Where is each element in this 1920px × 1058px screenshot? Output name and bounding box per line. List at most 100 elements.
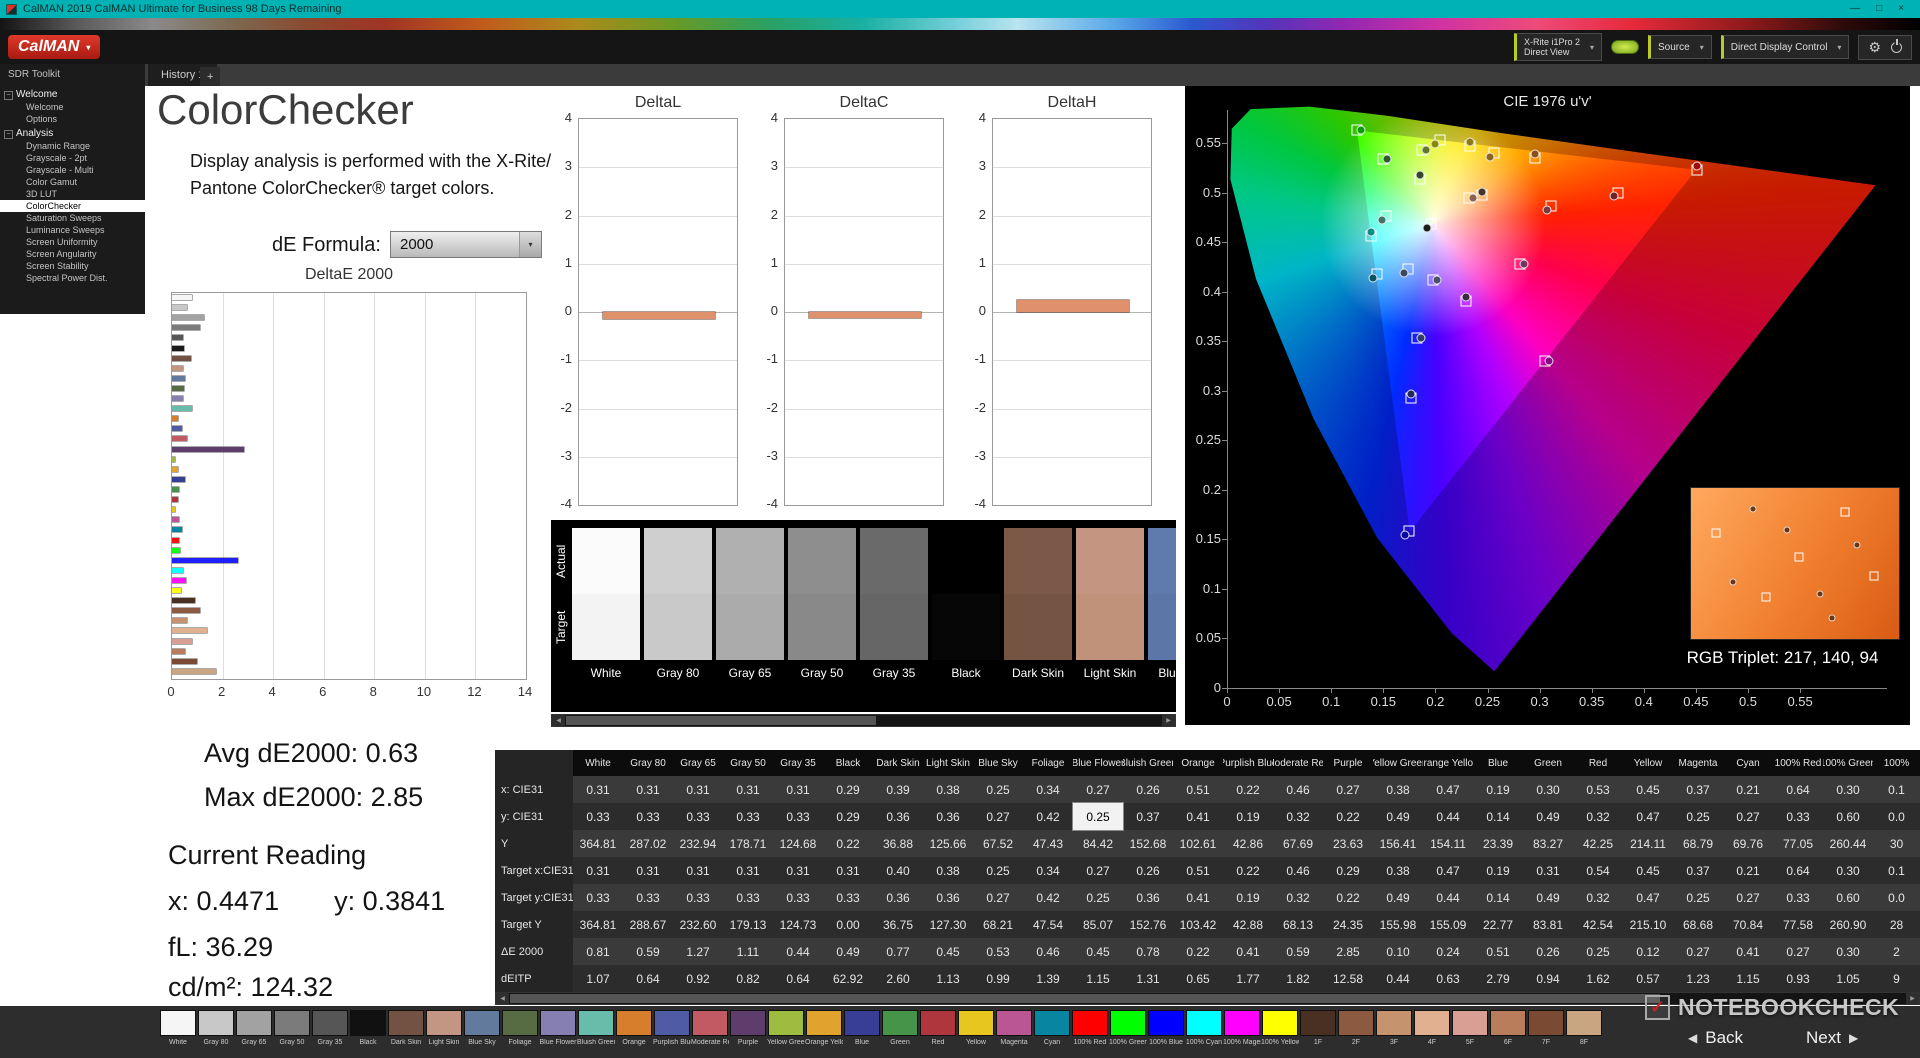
table-cell[interactable]: 0.21 [1723,776,1773,803]
table-cell[interactable]: 0.64 [623,965,673,992]
table-cell[interactable]: 0.31 [773,776,823,803]
table-cell[interactable]: 1.23 [1673,965,1723,992]
sidebar-item-screen-angularity[interactable]: Screen Angularity [0,248,145,260]
table-cell[interactable]: 42.86 [1223,830,1273,857]
table-cell[interactable]: 103.42 [1173,911,1223,938]
table-cell[interactable]: 9 [1873,965,1920,992]
table-cell[interactable]: 0.51 [1173,857,1223,884]
table-cell[interactable]: 0.59 [1273,938,1323,965]
table-cell[interactable]: 0.31 [623,857,673,884]
table-cell[interactable]: 0.30 [1823,857,1873,884]
table-cell[interactable]: 0.36 [923,884,973,911]
scroll-thumb[interactable] [510,994,1660,1003]
table-cell[interactable]: 0.1 [1873,776,1920,803]
table-cell[interactable]: 0.22 [1223,857,1273,884]
table-cell[interactable]: 152.68 [1123,830,1173,857]
next-button[interactable]: Next ▶ [1806,1028,1858,1048]
table-cell[interactable]: 22.77 [1473,911,1523,938]
table-cell[interactable]: 0.30 [1523,776,1573,803]
sidebar-item-color-gamut[interactable]: Color Gamut [0,176,145,188]
power-icon[interactable] [1891,41,1902,53]
table-cell[interactable]: 0.53 [973,938,1023,965]
table-cell[interactable]: 0.59 [623,938,673,965]
table-cell[interactable]: 0.44 [1373,965,1423,992]
table-cell[interactable]: 0.41 [1173,803,1223,830]
table-cell[interactable]: 0.33 [773,884,823,911]
close-button[interactable]: × [1898,0,1904,18]
table-cell[interactable]: 0.45 [1073,938,1123,965]
sidebar-item-luminance-sweeps[interactable]: Luminance Sweeps [0,224,145,236]
table-cell[interactable]: 0.60 [1823,884,1873,911]
table-cell[interactable]: 0.44 [1423,803,1473,830]
table-cell[interactable]: 0.31 [673,857,723,884]
table-cell[interactable]: 42.54 [1573,911,1623,938]
table-cell[interactable]: 47.54 [1023,911,1073,938]
collapse-minus-icon[interactable]: − [4,130,13,139]
table-cell[interactable]: 0.31 [773,857,823,884]
table-cell[interactable]: 215.10 [1623,911,1673,938]
table-cell[interactable]: 0.31 [723,776,773,803]
sidebar-item-dynamic-range[interactable]: Dynamic Range [0,140,145,152]
table-cell[interactable]: 0.38 [923,776,973,803]
sidebar-item-spectral-power-dist[interactable]: Spectral Power Dist. [0,272,145,284]
table-cell[interactable]: 0.44 [773,938,823,965]
table-cell[interactable]: 0.30 [1823,776,1873,803]
table-cell[interactable]: 0.33 [573,884,623,911]
sidebar-item-screen-uniformity[interactable]: Screen Uniformity [0,236,145,248]
add-tab-button[interactable]: + [200,67,221,86]
sidebar-item-screen-stability[interactable]: Screen Stability [0,260,145,272]
table-cell[interactable]: 1.15 [1723,965,1773,992]
sidebar-item-3d-lut[interactable]: 3D LUT [0,188,145,200]
table-cell[interactable]: 0.0 [1873,803,1920,830]
table-cell[interactable]: 0.14 [1473,803,1523,830]
table-cell[interactable]: 0.31 [623,776,673,803]
table-cell[interactable]: 12.58 [1323,965,1373,992]
table-cell[interactable]: 42.88 [1223,911,1273,938]
table-cell[interactable]: 0.45 [923,938,973,965]
table-cell[interactable]: 0.14 [1473,884,1523,911]
table-cell[interactable]: 178.71 [723,830,773,857]
table-cell[interactable]: 0.47 [1623,803,1673,830]
table-cell[interactable]: 0.82 [723,965,773,992]
table-cell[interactable]: 0.31 [723,857,773,884]
table-cell[interactable]: 67.69 [1273,830,1323,857]
table-cell[interactable]: 0.29 [823,776,873,803]
maximize-button[interactable]: □ [1876,0,1882,18]
table-cell[interactable]: 0.22 [1223,776,1273,803]
table-cell[interactable]: 0.34 [1023,776,1073,803]
table-cell[interactable]: 0.27 [1673,938,1723,965]
table-cell[interactable]: 68.79 [1673,830,1723,857]
table-cell[interactable]: 0.33 [623,803,673,830]
scroll-right-arrow[interactable]: ▶ [1162,715,1175,726]
table-cell[interactable]: 0.33 [773,803,823,830]
table-cell[interactable]: 0.25 [1073,884,1123,911]
table-cell[interactable]: 0.33 [573,803,623,830]
table-cell[interactable]: 0.38 [1373,776,1423,803]
table-cell[interactable]: 0.47 [1623,884,1673,911]
table-cell[interactable]: 0.30 [1823,938,1873,965]
table-cell[interactable]: 0.27 [1723,884,1773,911]
table-cell[interactable]: 0.45 [1623,776,1673,803]
table-cell[interactable]: 0.78 [1123,938,1173,965]
table-cell[interactable]: 0.27 [1073,776,1123,803]
table-cell[interactable]: 0.22 [1323,803,1373,830]
table-cell[interactable]: 0.44 [1423,884,1473,911]
table-cell[interactable]: 0.64 [1773,857,1823,884]
display-control-select[interactable]: Direct Display Control ▾ [1720,35,1850,59]
table-cell[interactable]: 0.65 [1173,965,1223,992]
table-cell[interactable]: 0.29 [1323,857,1373,884]
sidebar-item-options[interactable]: Options [0,113,145,125]
table-cell[interactable]: 0.26 [1123,776,1173,803]
table-cell[interactable]: 0.21 [1723,857,1773,884]
table-cell[interactable]: 0.00 [823,911,873,938]
scroll-right-arrow[interactable]: ▶ [1906,993,1919,1004]
table-cell[interactable]: 0.31 [673,776,723,803]
table-cell[interactable]: 0.25 [1072,802,1124,831]
table-cell[interactable]: 1.39 [1023,965,1073,992]
table-cell[interactable]: 0.39 [873,776,923,803]
sidebar-item-grayscale-multi[interactable]: Grayscale - Multi [0,164,145,176]
table-cell[interactable]: 179.13 [723,911,773,938]
table-cell[interactable]: 0.36 [873,884,923,911]
table-cell[interactable]: 127.30 [923,911,973,938]
table-cell[interactable]: 364.81 [573,911,623,938]
